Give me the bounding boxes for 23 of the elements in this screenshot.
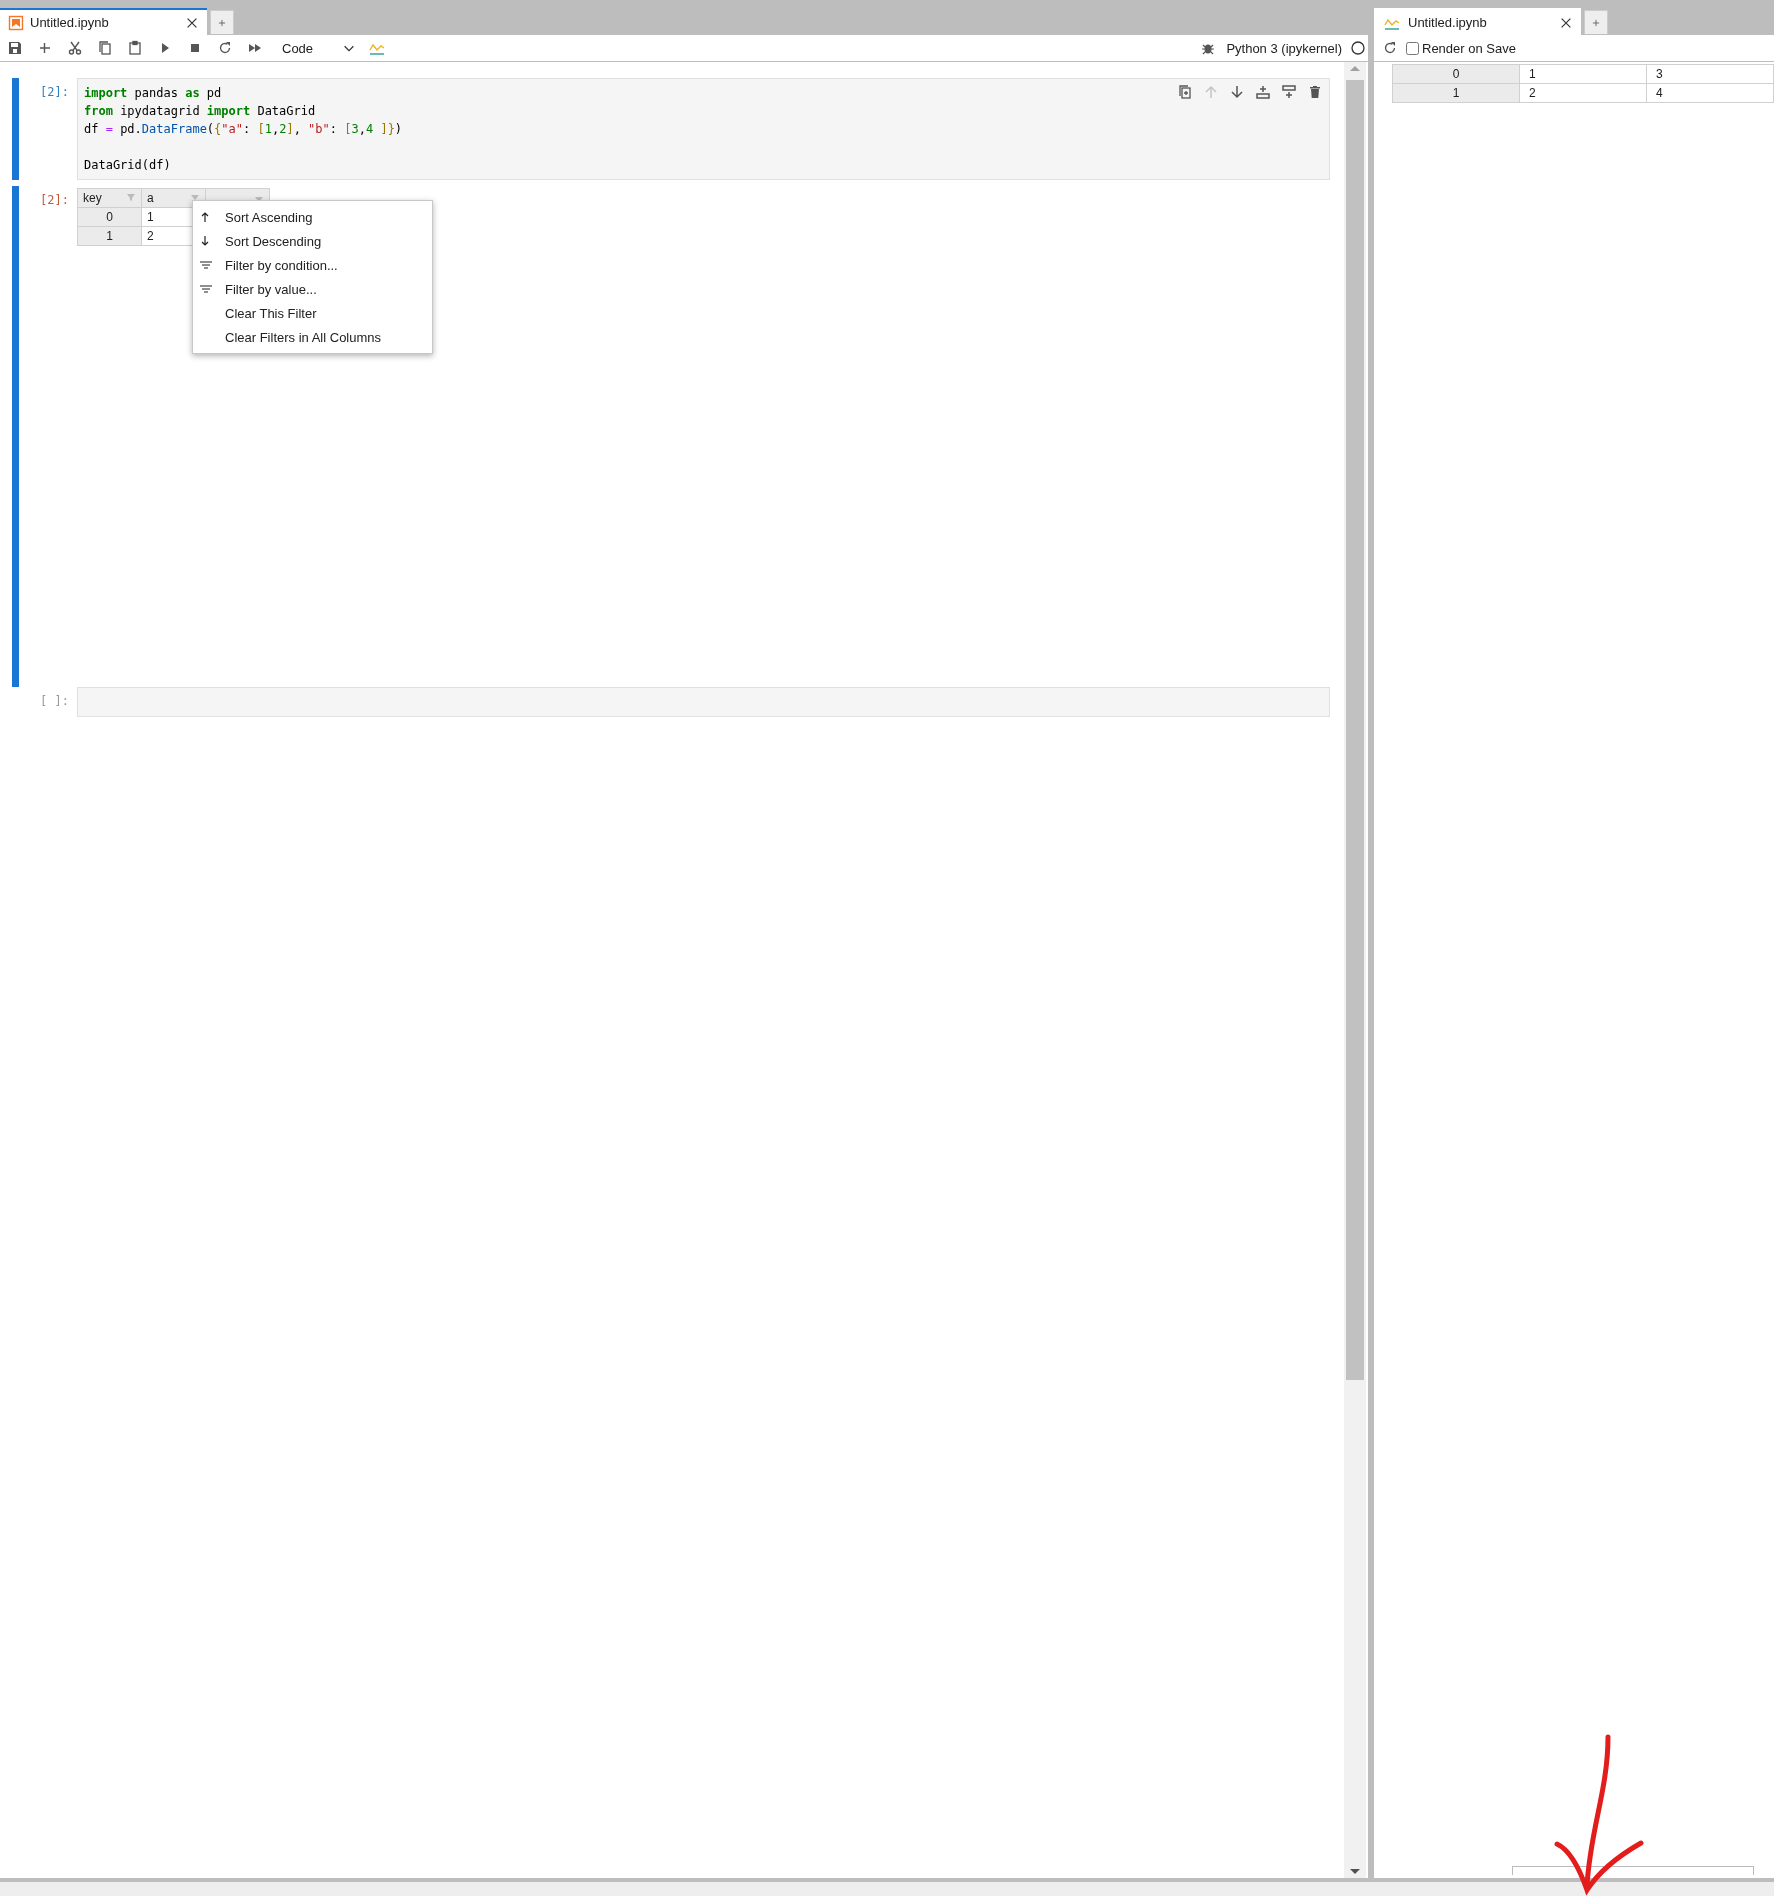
checkbox-label[interactable]: Render on Save [1422,40,1516,56]
menu-item[interactable]: Clear This Filter [193,301,432,325]
table-cell: 3 [1646,64,1774,84]
tab[interactable]: Untitled.ipynb [1374,8,1581,35]
output-prompt: [2]: [40,193,69,207]
code-line: df = pd.DataFrame({"a": [1,2], "b": [3,4 ]}) [84,121,404,138]
menu-item[interactable]: Filter by value... [193,277,432,301]
input-prompt: [ ]: [40,694,69,708]
code-line: from ipydatagrid import DataGrid [84,103,317,120]
column-header[interactable]: key [77,188,142,208]
table-cell: 4 [1646,83,1774,103]
code-input[interactable]: import pandas as pd from ipydatagrid import DataGrid df = pd.DataFrame({"a": [1,2], "b": [3,4 ]}) DataGrid(df) [77,78,1330,180]
code-line: DataGrid(df) [84,157,172,174]
kernel-name[interactable]: Python 3 (ipykernel) [1226,40,1342,56]
table-cell: 1 [1519,64,1647,84]
menu-item[interactable]: Filter by condition... [193,253,432,277]
table-cell: 2 [1519,83,1647,103]
cell-type-dropdown[interactable]: Code [280,40,358,56]
tab[interactable]: Untitled.ipynb [0,8,207,35]
code-line: import pandas as pd [84,85,223,102]
input-prompt: [2]: [40,85,69,99]
menu-item[interactable]: Clear Filters in All Columns [193,325,432,349]
table-cell: 0 [1392,64,1520,84]
